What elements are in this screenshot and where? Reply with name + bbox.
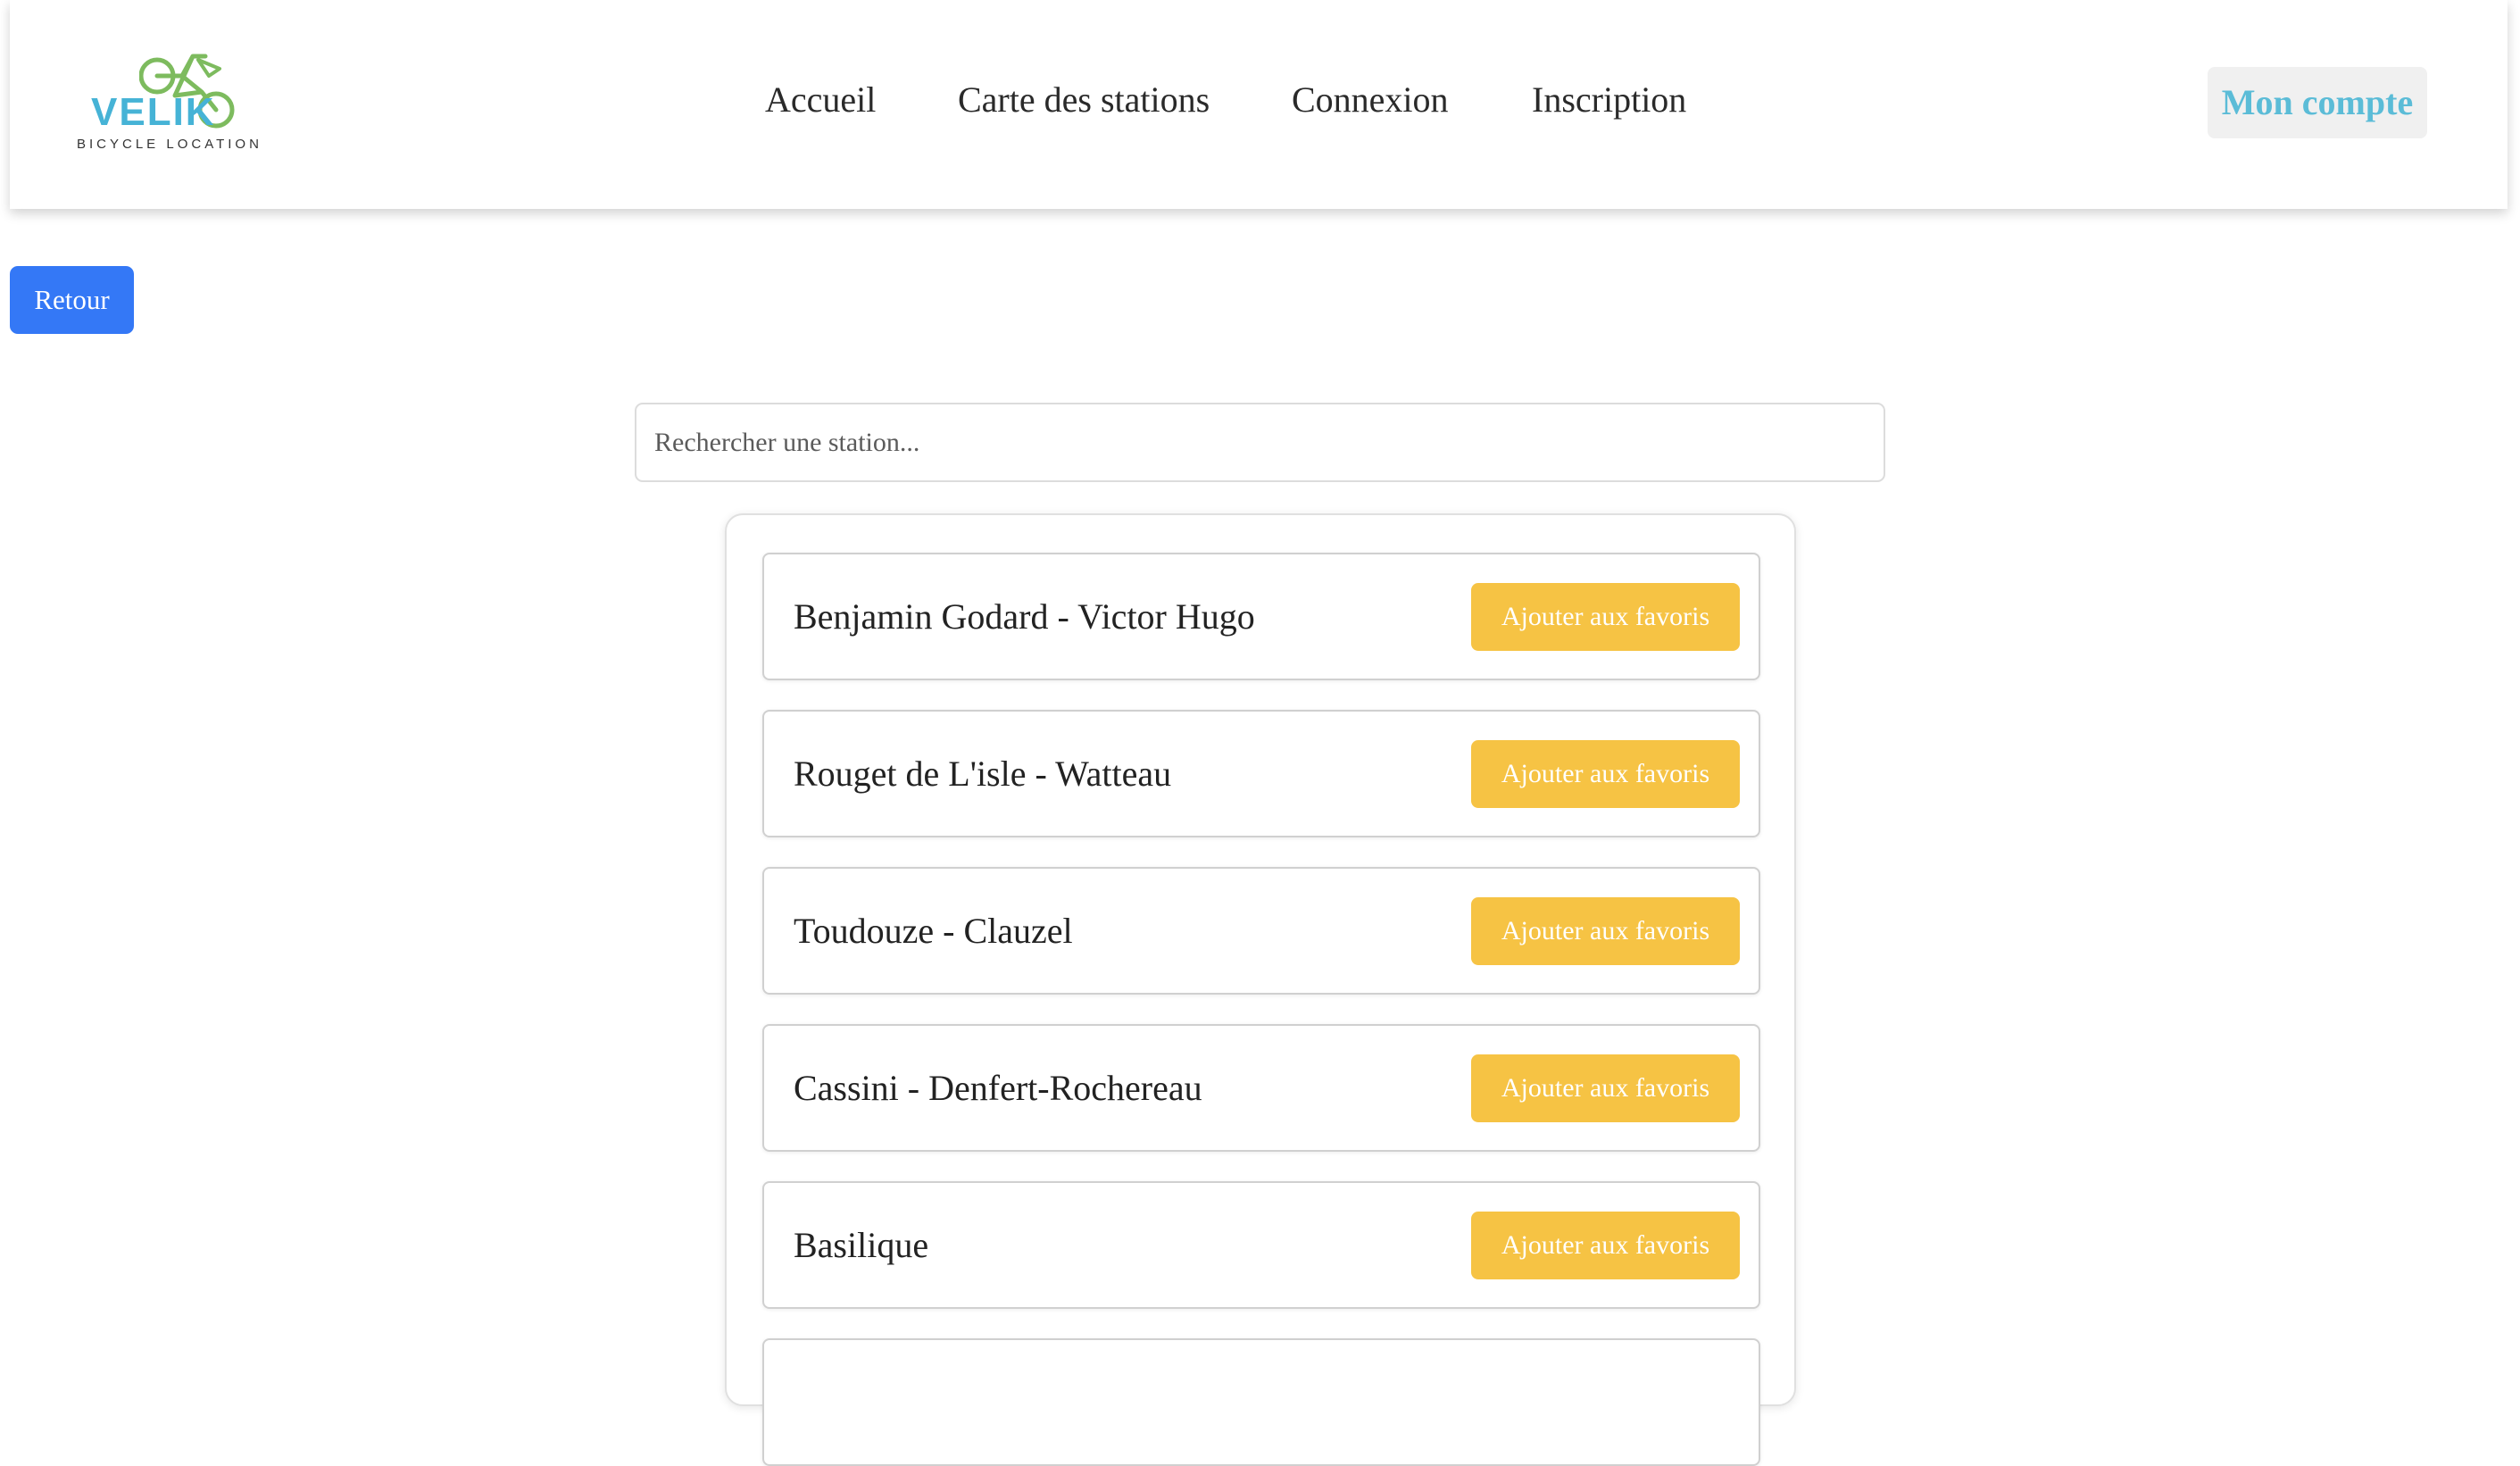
add-to-favorites-button[interactable]: Ajouter aux favoris xyxy=(1471,897,1740,965)
back-button[interactable]: Retour xyxy=(10,266,134,334)
station-name: Basilique xyxy=(794,1225,929,1265)
nav-link-carte-des-stations[interactable]: Carte des stations xyxy=(958,79,1210,121)
logo-tagline: BICYCLE LOCATION xyxy=(77,137,262,152)
add-to-favorites-button[interactable]: Ajouter aux favoris xyxy=(1471,740,1740,808)
station-name: Rouget de L'isle - Watteau xyxy=(794,754,1172,794)
add-to-favorites-button[interactable]: Ajouter aux favoris xyxy=(1471,583,1740,651)
station-name: Cassini - Denfert-Rochereau xyxy=(794,1068,1202,1108)
station-name: Benjamin Godard - Victor Hugo xyxy=(794,596,1255,637)
account-button[interactable]: Mon compte xyxy=(2208,67,2427,138)
station-list-item-partial xyxy=(762,1338,1760,1466)
station-list-item: Rouget de L'isle - Watteau Ajouter aux f… xyxy=(762,710,1760,837)
nav-link-accueil[interactable]: Accueil xyxy=(765,79,876,121)
station-list-item: Cassini - Denfert-Rochereau Ajouter aux … xyxy=(762,1024,1760,1152)
station-list-item: Benjamin Godard - Victor Hugo Ajouter au… xyxy=(762,553,1760,680)
station-search-input[interactable] xyxy=(635,403,1885,482)
station-list-item: Toudouze - Clauzel Ajouter aux favoris xyxy=(762,867,1760,995)
nav-link-inscription[interactable]: Inscription xyxy=(1532,79,1686,121)
station-list: Benjamin Godard - Victor Hugo Ajouter au… xyxy=(725,513,1796,1466)
station-name: Toudouze - Clauzel xyxy=(794,911,1073,951)
top-navigation-bar: VELIK BICYCLE LOCATION Accueil Carte des… xyxy=(10,0,2508,209)
add-to-favorites-button[interactable]: Ajouter aux favoris xyxy=(1471,1212,1740,1279)
nav-link-connexion[interactable]: Connexion xyxy=(1292,79,1449,121)
main-navigation: Accueil Carte des stations Connexion Ins… xyxy=(10,79,2508,123)
add-to-favorites-button[interactable]: Ajouter aux favoris xyxy=(1471,1054,1740,1122)
station-list-item: Basilique Ajouter aux favoris xyxy=(762,1181,1760,1309)
